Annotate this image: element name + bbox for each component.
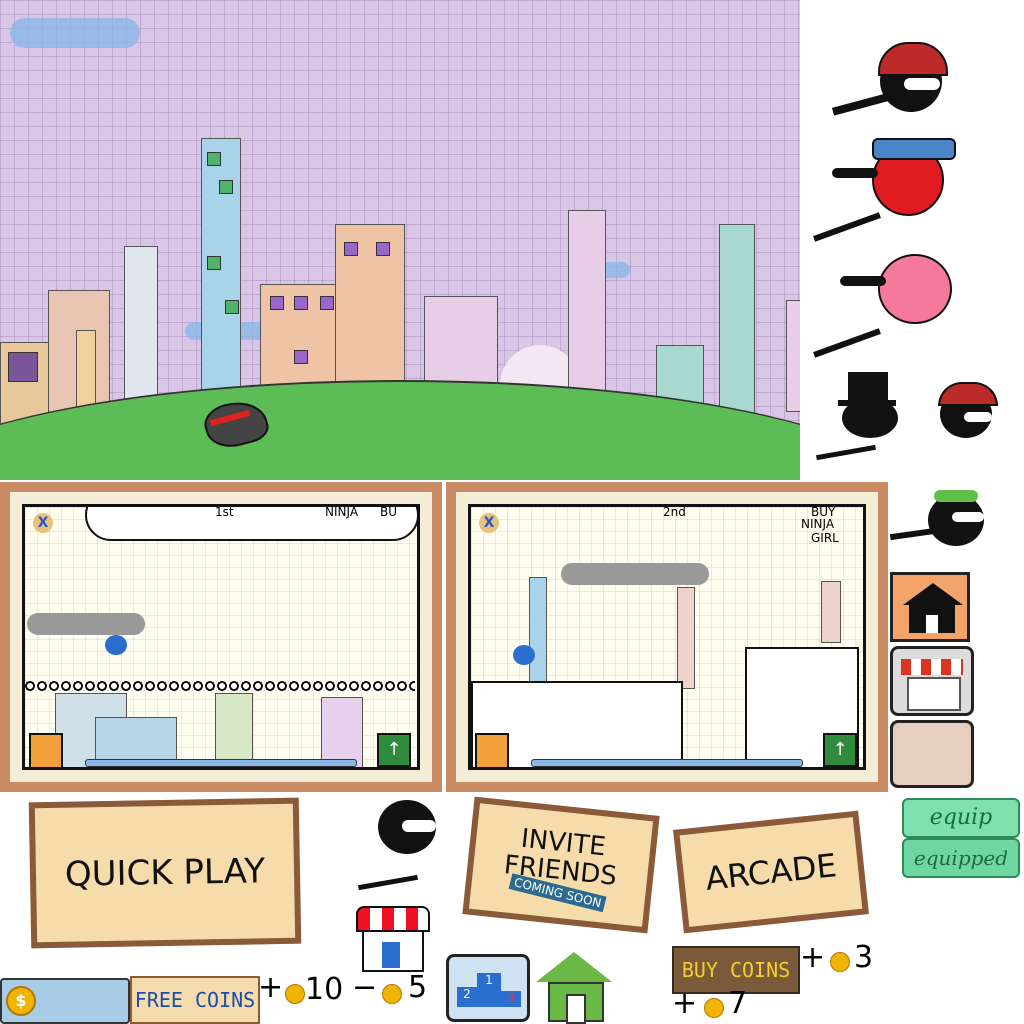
reward-3: 3 [854,940,874,975]
window [294,350,308,364]
girl-label: GIRL [811,531,839,545]
building [568,210,606,402]
plus-sign: + [258,970,284,1005]
ninja-leaf-icon [889,484,1000,570]
top-right-label: NINJA [325,505,359,519]
plus-sign: + [672,986,698,1021]
shop-icon[interactable] [352,902,430,972]
podium-third: 3 [501,991,521,1007]
window [344,242,358,256]
preview-panel-left: X 1st NINJA BU ↑ [0,482,442,792]
podium-first: 1 [477,973,501,1007]
podium-second: 2 [457,987,477,1007]
quick-play-button[interactable]: QUICK PLAY [28,797,302,949]
podium-icon[interactable]: 1 2 3 [446,954,530,1022]
jump-arrow-button[interactable]: ↑ [823,733,857,767]
ninja-label: NINJA [801,517,835,531]
building [677,587,695,689]
building [786,300,800,412]
plus-sign: + [800,940,826,975]
coin-icon: $ [6,986,36,1016]
background-city-scene [0,0,800,480]
window [219,180,233,194]
rank-label: 2nd [663,505,686,519]
window [207,152,221,166]
window [8,352,38,382]
building [124,246,158,408]
cost-5: 5 [408,970,428,1005]
progress-bar [531,759,803,767]
minus-sign: − [352,970,378,1005]
grey-cloud [561,563,709,585]
reward-7: 7 [728,986,748,1021]
free-coins-label: FREE COINS [134,988,256,1012]
ninja-viking-icon [831,30,962,120]
building [529,577,547,689]
window [376,242,390,256]
top-cloud [85,507,417,541]
player-ninja [513,645,535,665]
preview-screen-left: X 1st NINJA BU ↑ [22,504,420,770]
player-ninja [105,635,127,655]
equip-button[interactable]: equip [902,798,1020,838]
quick-play-label: QUICK PLAY [64,851,266,895]
jump-arrow-button[interactable]: ↑ [377,733,411,767]
window [207,256,221,270]
equipped-label: equipped [913,846,1009,870]
free-coins-button[interactable]: FREE COINS [130,976,260,1024]
coin-icon [285,984,305,1004]
arcade-label: ARCADE [703,846,839,898]
ninja-tophat-icon [806,372,906,464]
chain-platform [25,681,415,691]
rank-label: 1st [215,505,234,519]
invite-friends-button[interactable]: INVITE FRIENDS COMING SOON [462,796,660,934]
coin-icon [830,952,850,972]
coin-icon [704,998,724,1018]
ninja-runner-icon [352,800,448,896]
close-x-icon[interactable]: X [479,513,499,533]
window [294,296,308,310]
coin-icon [382,984,402,1004]
shop-icon[interactable] [890,646,974,716]
progress-bar [85,759,357,767]
power-slot[interactable] [475,733,509,767]
window [320,296,334,310]
buy-coins-label: BUY COINS [681,958,791,982]
power-slot[interactable] [29,733,63,767]
blank-slot-icon[interactable] [890,720,974,788]
equip-label: equip [929,805,993,830]
equipped-button[interactable]: equipped [902,838,1020,878]
window [225,300,239,314]
preview-screen-right: X 2nd BUY NINJA GIRL ↑ [468,504,866,770]
house-icon[interactable] [890,572,970,642]
reward-10: 10 [305,972,344,1007]
top-right-label-2: BU [380,505,398,519]
ninja-girl-red-icon [812,128,962,242]
close-x-icon[interactable]: X [33,513,53,533]
grey-cloud [27,613,145,635]
arcade-button[interactable]: ARCADE [673,810,869,934]
home-icon[interactable] [534,952,614,1024]
preview-panel-right: X 2nd BUY NINJA GIRL ↑ [446,482,888,792]
ninja-viking-small-icon [906,372,1016,462]
cloud [10,18,140,48]
building [719,224,755,416]
window [270,296,284,310]
ninja-girl-pink-icon [812,250,962,360]
building [821,581,841,643]
